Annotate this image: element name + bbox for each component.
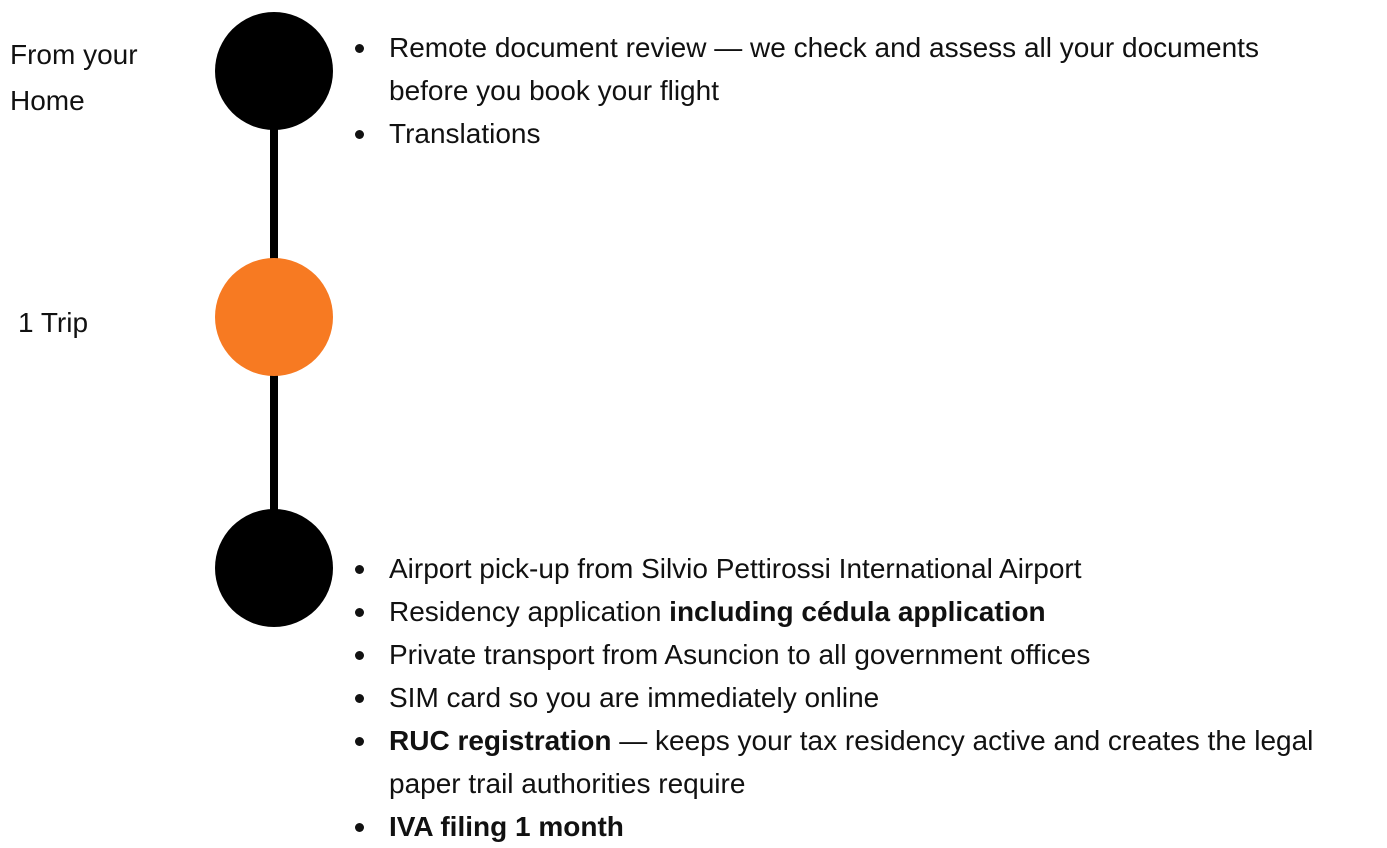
item-bold-text: IVA filing 1 month [389, 811, 624, 842]
trip-services-list: Airport pick-up from Silvio Pettirossi I… [355, 547, 1380, 848]
stage-label-home: From your Home [10, 39, 138, 116]
timeline-node-home [215, 12, 333, 130]
item-text: Remote document review — we check and as… [389, 32, 1259, 106]
item-text: Private transport from Asuncion to all g… [389, 639, 1091, 670]
item-text: SIM card so you are immediately online [389, 682, 880, 713]
list-item: SIM card so you are immediately online [355, 676, 1380, 719]
residency-timeline: From your Home 1 Trip Remote document re… [0, 0, 1387, 842]
list-item: Residency application including cédula a… [355, 590, 1380, 633]
stage-label-trip: 1 Trip [18, 307, 89, 338]
timeline-node-trip [215, 258, 333, 376]
list-item: Airport pick-up from Silvio Pettirossi I… [355, 547, 1380, 590]
item-text: Residency application [389, 596, 670, 627]
home-services-list: Remote document review — we check and as… [355, 26, 1315, 155]
item-text: Airport pick-up from Silvio Pettirossi I… [389, 553, 1082, 584]
list-item: Translations [355, 112, 1315, 155]
list-item: Private transport from Asuncion to all g… [355, 633, 1380, 676]
list-item: Remote document review — we check and as… [355, 26, 1315, 112]
item-bold-text: including cédula application [669, 596, 1046, 627]
list-item: RUC registration — keeps your tax reside… [355, 719, 1380, 805]
item-bold-text: RUC registration [389, 725, 612, 756]
item-text: Translations [389, 118, 541, 149]
timeline-node-arrival [215, 509, 333, 627]
